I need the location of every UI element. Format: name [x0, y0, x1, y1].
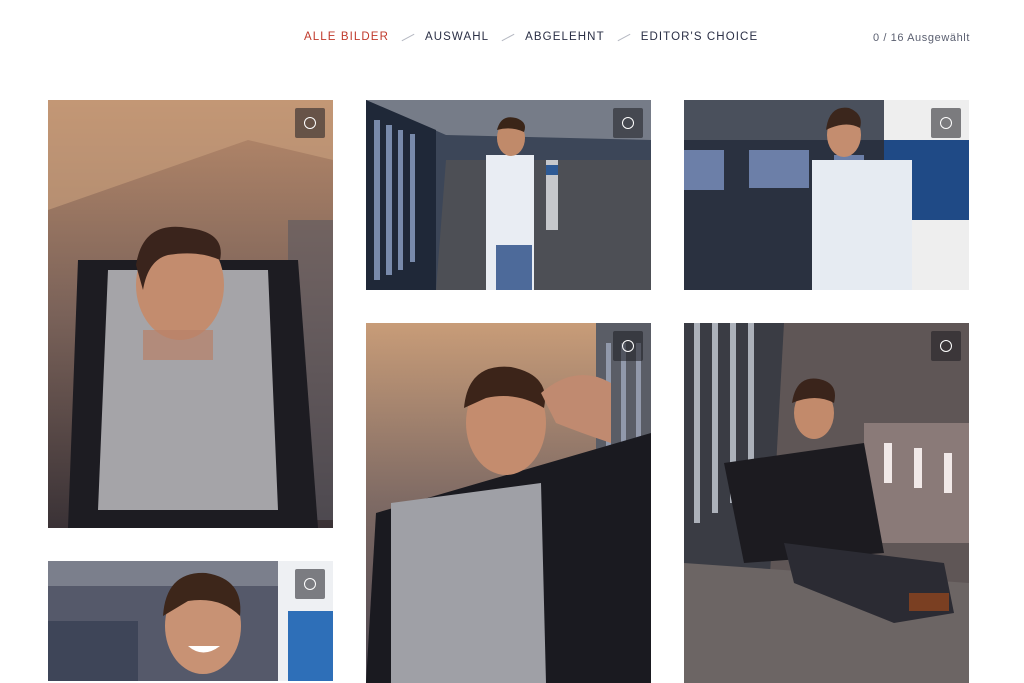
filter-separator [501, 31, 513, 43]
filter-bar: ALLE BILDER AUSWAHL ABGELEHNT EDITOR'S C… [304, 31, 758, 43]
circle-icon [940, 117, 952, 129]
photo-tile[interactable] [366, 323, 651, 683]
top-navigation: ALLE BILDER AUSWAHL ABGELEHNT EDITOR'S C… [0, 24, 1024, 54]
filter-editors-choice[interactable]: EDITOR'S CHOICE [641, 31, 759, 43]
photo-tile[interactable] [684, 323, 969, 683]
photo-image [366, 100, 651, 290]
circle-icon [622, 340, 634, 352]
select-toggle[interactable] [613, 331, 643, 361]
circle-icon [304, 117, 316, 129]
select-toggle[interactable] [295, 108, 325, 138]
photo-tile[interactable] [48, 561, 333, 681]
filter-selection[interactable]: AUSWAHL [425, 31, 489, 43]
filter-rejected[interactable]: ABGELEHNT [525, 31, 605, 43]
filter-all-images[interactable]: ALLE BILDER [304, 31, 389, 43]
photo-tile[interactable] [684, 100, 969, 290]
photo-tile[interactable] [366, 100, 651, 290]
select-toggle[interactable] [931, 331, 961, 361]
photo-image [48, 561, 333, 681]
select-toggle[interactable] [295, 569, 325, 599]
filter-separator [617, 31, 629, 43]
circle-icon [940, 340, 952, 352]
photo-image [684, 100, 969, 290]
photo-image [48, 100, 333, 528]
photo-tile[interactable] [48, 100, 333, 528]
select-toggle[interactable] [931, 108, 961, 138]
selection-counter: 0 / 16 Ausgewählt [872, 32, 970, 44]
filter-separator [401, 31, 413, 43]
circle-icon [304, 578, 316, 590]
photo-image [366, 323, 651, 683]
photo-image [684, 323, 969, 683]
select-toggle[interactable] [613, 108, 643, 138]
circle-icon [622, 117, 634, 129]
